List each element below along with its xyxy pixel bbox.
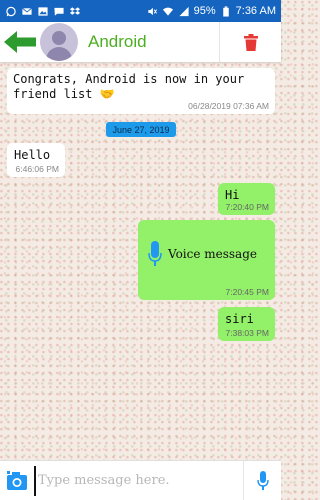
microphone-icon bbox=[148, 241, 162, 266]
notification-icons bbox=[5, 6, 81, 17]
composer-bar bbox=[0, 460, 281, 500]
trash-icon bbox=[243, 33, 258, 51]
message-time: 7:20:40 PM bbox=[225, 202, 269, 212]
system-message: Congrats, Android is now in your friend … bbox=[7, 68, 275, 114]
message-bubble-outgoing[interactable]: siri 7:38:03 PM bbox=[218, 307, 275, 341]
message-text: Hi bbox=[225, 188, 240, 202]
back-button[interactable] bbox=[0, 22, 40, 62]
delete-button[interactable] bbox=[219, 22, 281, 62]
date-separator: June 27, 2019 bbox=[106, 122, 176, 137]
sms-icon bbox=[53, 6, 65, 17]
handshake-emoji: 🤝 bbox=[99, 87, 115, 101]
system-message-text-block: Congrats, Android is now in your friend … bbox=[13, 72, 269, 102]
voice-message-label: Voice message bbox=[168, 247, 257, 261]
signal-icon bbox=[178, 6, 190, 17]
avatar-body-shape bbox=[46, 47, 72, 61]
voice-message-bubble[interactable]: Voice message 7:20:45 PM bbox=[138, 220, 275, 300]
system-message-text: Congrats, Android is now in your friend … bbox=[13, 72, 245, 101]
mail-icon bbox=[21, 6, 33, 17]
image-icon bbox=[37, 6, 49, 17]
camera-button[interactable] bbox=[0, 461, 34, 500]
status-bar: 95% 7:36 AM bbox=[0, 0, 281, 22]
message-time: 7:20:45 PM bbox=[225, 287, 269, 297]
message-bubble-outgoing[interactable]: Hi 7:20:40 PM bbox=[218, 183, 275, 215]
message-input[interactable] bbox=[34, 465, 243, 496]
message-time: 7:38:03 PM bbox=[225, 328, 269, 338]
microphone-icon bbox=[256, 470, 269, 490]
battery-icon bbox=[220, 5, 232, 17]
voice-message-row[interactable]: Voice message bbox=[148, 240, 257, 268]
dropbox-icon bbox=[69, 6, 81, 17]
wifi-icon bbox=[162, 6, 174, 17]
avatar[interactable] bbox=[40, 23, 78, 61]
chat-header: Android bbox=[0, 22, 281, 62]
mute-icon bbox=[146, 6, 158, 17]
avatar-head-shape bbox=[52, 31, 66, 45]
system-message-time: 06/28/2019 07:36 AM bbox=[188, 101, 269, 111]
message-bubble-incoming[interactable]: Hello 6:46:06 PM bbox=[7, 143, 65, 177]
whatsapp-icon bbox=[5, 6, 17, 17]
contact-name[interactable]: Android bbox=[88, 32, 219, 52]
message-time: 6:46:06 PM bbox=[15, 164, 59, 174]
arrow-left-icon bbox=[4, 31, 36, 53]
battery-percent: 95% bbox=[193, 5, 216, 17]
message-text: siri bbox=[225, 312, 254, 326]
message-text: Hello bbox=[14, 148, 51, 162]
camera-icon bbox=[7, 470, 27, 490]
clock: 7:36 AM bbox=[235, 5, 276, 17]
system-status: 95% 7:36 AM bbox=[146, 5, 276, 17]
record-voice-button[interactable] bbox=[243, 460, 281, 500]
